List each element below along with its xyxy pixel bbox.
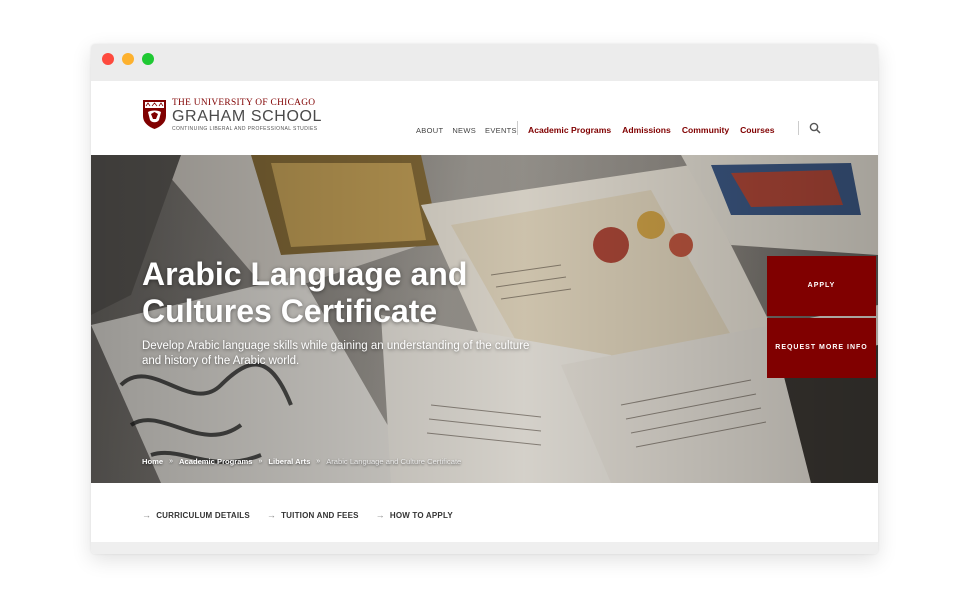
apply-button[interactable]: APPLY <box>767 256 876 316</box>
arrow-right-icon: → <box>142 510 152 520</box>
university-shield-icon <box>143 100 166 129</box>
logo-tagline: CONTINUING LIBERAL AND PROFESSIONAL STUD… <box>172 126 318 133</box>
search-icon[interactable] <box>809 122 821 134</box>
request-info-button[interactable]: REQUEST MORE INFO <box>767 318 876 378</box>
logo-school-name: GRAHAM SCHOOL <box>172 108 323 126</box>
logo-university-name: THE UNIVERSITY OF CHICAGO <box>172 98 316 108</box>
close-window-button[interactable] <box>102 53 114 65</box>
breadcrumb-home[interactable]: Home <box>142 457 163 466</box>
nav-link-admissions[interactable]: Admissions <box>622 125 671 135</box>
program-subnav: → CURRICULUM DETAILS → TUITION AND FEES … <box>142 510 453 520</box>
nav-divider <box>798 121 799 135</box>
main-nav: Academic Programs Admissions Community C… <box>528 125 774 135</box>
site-header: THE UNIVERSITY OF CHICAGO GRAHAM SCHOOL … <box>91 81 878 155</box>
breadcrumb-separator-icon: » <box>316 458 321 465</box>
nav-divider <box>517 121 518 135</box>
minimize-window-button[interactable] <box>122 53 134 65</box>
breadcrumb-academic-programs[interactable]: Academic Programs <box>179 457 252 466</box>
window-titlebar <box>91 44 878 81</box>
subnav-label: CURRICULUM DETAILS <box>156 510 250 520</box>
utility-nav: ABOUT NEWS EVENTS <box>416 126 517 135</box>
section-divider <box>91 542 878 554</box>
nav-link-about[interactable]: ABOUT <box>416 126 443 135</box>
nav-link-news[interactable]: NEWS <box>452 126 476 135</box>
nav-link-events[interactable]: EVENTS <box>485 126 517 135</box>
breadcrumb: Home » Academic Programs » Liberal Arts … <box>142 457 461 466</box>
site-logo[interactable]: THE UNIVERSITY OF CHICAGO GRAHAM SCHOOL … <box>142 98 323 133</box>
subnav-label: HOW TO APPLY <box>389 510 453 520</box>
nav-link-community[interactable]: Community <box>682 125 729 135</box>
breadcrumb-current: Arabic Language and Culture Certificate <box>326 457 462 466</box>
subnav-label: TUITION AND FEES <box>281 510 359 520</box>
page-title: Arabic Language and Cultures Certificate <box>142 256 468 330</box>
breadcrumb-separator-icon: » <box>258 458 263 465</box>
browser-window: THE UNIVERSITY OF CHICAGO GRAHAM SCHOOL … <box>91 44 878 554</box>
subnav-tuition-and-fees[interactable]: → TUITION AND FEES <box>267 510 359 520</box>
maximize-window-button[interactable] <box>142 53 154 65</box>
subnav-curriculum-details[interactable]: → CURRICULUM DETAILS <box>142 510 250 520</box>
hero-section: Arabic Language and Cultures Certificate… <box>91 155 878 483</box>
hero-subtitle: Develop Arabic language skills while gai… <box>142 340 530 367</box>
arrow-right-icon: → <box>375 510 385 520</box>
arrow-right-icon: → <box>266 510 277 520</box>
breadcrumb-separator-icon: » <box>169 458 174 465</box>
subnav-how-to-apply[interactable]: → HOW TO APPLY <box>376 510 453 520</box>
nav-link-courses[interactable]: Courses <box>740 125 774 135</box>
nav-link-academic-programs[interactable]: Academic Programs <box>528 125 611 135</box>
breadcrumb-liberal-arts[interactable]: Liberal Arts <box>268 457 310 466</box>
